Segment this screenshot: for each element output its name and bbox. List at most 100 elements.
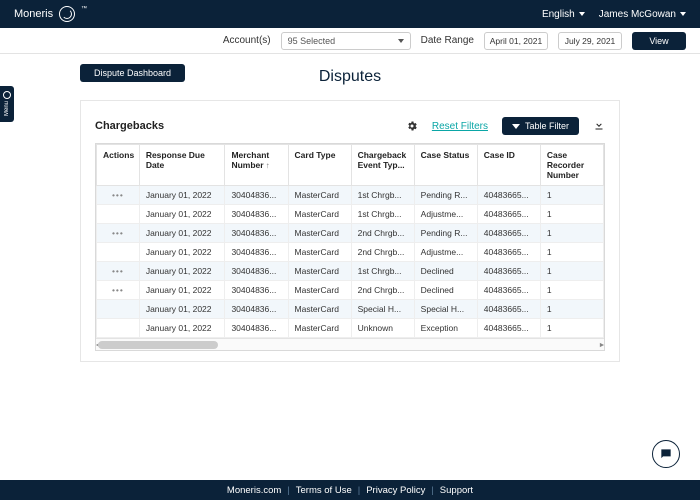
- accounts-select[interactable]: 95 Selected: [281, 32, 411, 50]
- row-actions-icon[interactable]: •••: [103, 266, 133, 276]
- table-row[interactable]: •••January 01, 202230404836...MasterCard…: [97, 262, 604, 281]
- cell-caseid: 40483665...: [477, 205, 540, 224]
- table-row[interactable]: January 01, 202230404836...MasterCardSpe…: [97, 300, 604, 319]
- cell-recorder: 1: [540, 300, 603, 319]
- cell-actions[interactable]: •••: [97, 186, 140, 205]
- cell-recorder: 1: [540, 262, 603, 281]
- date-to-input[interactable]: July 29, 2021: [558, 32, 622, 50]
- filter-bar: Account(s) 95 Selected Date Range April …: [0, 28, 700, 54]
- brand-swirl-icon: [59, 6, 75, 22]
- cell-merchant: 30404836...: [225, 300, 288, 319]
- accounts-value: 95 Selected: [288, 36, 336, 46]
- cell-card: MasterCard: [288, 186, 351, 205]
- chargebacks-card: Chargebacks Reset Filters Table Filter A…: [80, 100, 620, 362]
- col-response-due[interactable]: Response Due Date: [139, 145, 225, 186]
- chevron-down-icon: [579, 12, 585, 16]
- top-bar: Moneris ™ English James McGowan: [0, 0, 700, 28]
- cell-status: Special H...: [414, 300, 477, 319]
- accounts-label: Account(s): [223, 35, 271, 46]
- row-actions-icon[interactable]: •••: [103, 285, 133, 295]
- cell-card: MasterCard: [288, 300, 351, 319]
- cell-event: 1st Chrgb...: [351, 205, 414, 224]
- footer-terms-link[interactable]: Terms of Use: [296, 485, 352, 496]
- cell-merchant: 30404836...: [225, 262, 288, 281]
- table-row[interactable]: January 01, 202230404836...MasterCardUnk…: [97, 319, 604, 338]
- col-actions[interactable]: Actions: [97, 145, 140, 186]
- cell-merchant: 30404836...: [225, 224, 288, 243]
- reset-filters-link[interactable]: Reset Filters: [432, 121, 488, 132]
- cell-status: Pending R...: [414, 224, 477, 243]
- dispute-dashboard-button[interactable]: Dispute Dashboard: [80, 64, 185, 82]
- cell-status: Declined: [414, 281, 477, 300]
- menu-icon: [3, 91, 11, 99]
- chevron-down-icon: [398, 39, 404, 43]
- funnel-icon: [512, 124, 520, 129]
- table-row[interactable]: January 01, 202230404836...MasterCard2nd…: [97, 243, 604, 262]
- cell-date: January 01, 2022: [139, 243, 225, 262]
- col-event-type[interactable]: Chargeback Event Typ...: [351, 145, 414, 186]
- cell-actions[interactable]: •••: [97, 224, 140, 243]
- cell-recorder: 1: [540, 186, 603, 205]
- row-actions-icon[interactable]: •••: [103, 228, 133, 238]
- cell-card: MasterCard: [288, 319, 351, 338]
- cell-event: 2nd Chrgb...: [351, 224, 414, 243]
- table-row[interactable]: •••January 01, 202230404836...MasterCard…: [97, 186, 604, 205]
- horizontal-scrollbar[interactable]: ◄ ►: [96, 338, 604, 350]
- cell-merchant: 30404836...: [225, 281, 288, 300]
- col-case-recorder[interactable]: Case Recorder Number: [540, 145, 603, 186]
- footer-support-link[interactable]: Support: [440, 485, 473, 496]
- cell-status: Adjustme...: [414, 243, 477, 262]
- table-row[interactable]: •••January 01, 202230404836...MasterCard…: [97, 224, 604, 243]
- cell-recorder: 1: [540, 319, 603, 338]
- col-card-type[interactable]: Card Type: [288, 145, 351, 186]
- cell-date: January 01, 2022: [139, 319, 225, 338]
- table-row[interactable]: January 01, 202230404836...MasterCard1st…: [97, 205, 604, 224]
- cell-recorder: 1: [540, 281, 603, 300]
- date-from-input[interactable]: April 01, 2021: [484, 32, 548, 50]
- cell-actions[interactable]: [97, 319, 140, 338]
- cell-card: MasterCard: [288, 281, 351, 300]
- table-row[interactable]: ••• January 01, 202230404836...MasterCard…: [97, 281, 604, 300]
- cell-caseid: 40483665...: [477, 281, 540, 300]
- cell-event: 2nd Chrgb...: [351, 281, 414, 300]
- col-case-id[interactable]: Case ID: [477, 145, 540, 186]
- col-case-status[interactable]: Case Status: [414, 145, 477, 186]
- chargebacks-table: Actions Response Due Date Merchant Numbe…: [96, 144, 604, 338]
- row-actions-icon[interactable]: •••: [103, 190, 133, 200]
- sort-asc-icon: ↑: [266, 161, 270, 170]
- chat-button[interactable]: [652, 440, 680, 468]
- top-right-nav: English James McGowan: [542, 9, 686, 20]
- download-icon[interactable]: [593, 119, 605, 134]
- cell-status: Declined: [414, 262, 477, 281]
- footer-privacy-link[interactable]: Privacy Policy: [366, 485, 425, 496]
- cell-actions[interactable]: •••: [97, 262, 140, 281]
- col-merchant-number[interactable]: Merchant Number↑: [225, 145, 288, 186]
- cell-status: Exception: [414, 319, 477, 338]
- trademark-icon: ™: [81, 6, 87, 12]
- settings-gear-icon[interactable]: [406, 120, 418, 132]
- scrollbar-thumb[interactable]: [98, 341, 218, 349]
- cell-caseid: 40483665...: [477, 224, 540, 243]
- cell-status: Pending R...: [414, 186, 477, 205]
- language-dropdown[interactable]: English: [542, 9, 585, 20]
- card-title: Chargebacks: [95, 120, 164, 132]
- scroll-right-arrow[interactable]: ►: [598, 341, 605, 349]
- cell-date: January 01, 2022: [139, 281, 225, 300]
- cell-actions[interactable]: [97, 300, 140, 319]
- cell-merchant: 30404836...: [225, 243, 288, 262]
- cell-caseid: 40483665...: [477, 319, 540, 338]
- brand-logo: Moneris ™: [14, 6, 87, 22]
- cell-actions[interactable]: •••: [97, 281, 140, 300]
- view-button[interactable]: View: [632, 32, 686, 50]
- card-tools: Reset Filters Table Filter: [406, 117, 605, 135]
- cell-recorder: 1: [540, 243, 603, 262]
- cell-merchant: 30404836...: [225, 319, 288, 338]
- cell-actions[interactable]: [97, 205, 140, 224]
- user-dropdown[interactable]: James McGowan: [599, 9, 686, 20]
- cell-caseid: 40483665...: [477, 186, 540, 205]
- cell-event: 1st Chrgb...: [351, 262, 414, 281]
- footer-moneris-link[interactable]: Moneris.com: [227, 485, 281, 496]
- table-filter-button[interactable]: Table Filter: [502, 117, 579, 135]
- side-menu-tab[interactable]: Menu: [0, 86, 14, 122]
- cell-actions[interactable]: [97, 243, 140, 262]
